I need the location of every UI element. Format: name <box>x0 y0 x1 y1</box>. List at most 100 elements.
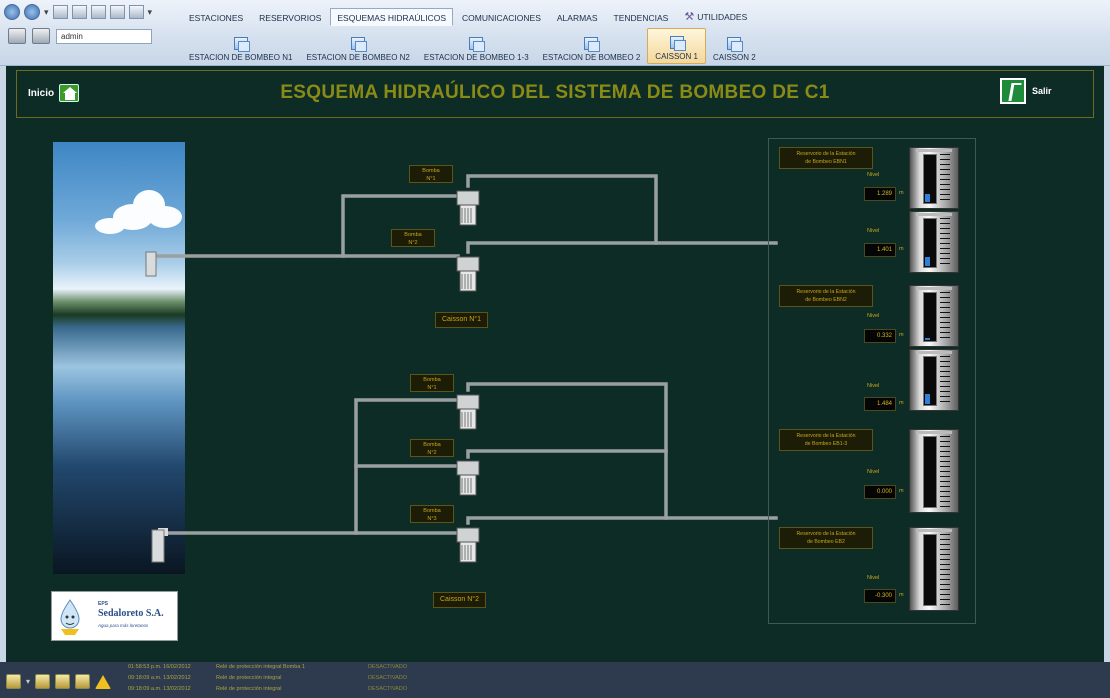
alarm-toolbar: ▾ <box>6 674 112 689</box>
pump-label: Bomba N°2 <box>391 229 435 247</box>
logo-name: Sedaloreto S.A. <box>98 608 164 619</box>
level-value: -0.300 <box>864 589 896 603</box>
subtab-label: CAISSON 1 <box>655 52 698 61</box>
window-icon <box>669 36 686 51</box>
alarm-message: Relé de protección integral <box>216 686 282 692</box>
level-label: Nivel <box>867 383 880 389</box>
level-unit: m <box>899 332 904 338</box>
pipe <box>466 449 668 459</box>
pump-icon[interactable] <box>456 190 480 226</box>
forward-icon[interactable] <box>24 4 40 20</box>
reservoir-title: Reservorio de la Estación de Bombeo EB1-3 <box>779 429 873 451</box>
tank-gauge <box>909 527 959 611</box>
level-unit: m <box>899 592 904 598</box>
level-value: 1.289 <box>864 187 896 201</box>
tab-utilidades-label: UTILIDADES <box>697 12 748 22</box>
print-icon[interactable] <box>8 28 26 44</box>
level-unit: m <box>899 488 904 494</box>
user-row: admin <box>8 28 152 44</box>
scada-window: ▾ ▾ admin ESTACIONES RESERVORIOS ESQUEMA… <box>0 0 1110 698</box>
level-value: 0.000 <box>864 485 896 499</box>
alarm-time: 01:58:53 p.m. 16/02/2012 <box>128 664 191 670</box>
alarm-message: Relé de protección integral Bomba 1 <box>216 664 305 670</box>
silence-icon[interactable] <box>75 674 91 689</box>
alarm-state: DESACTIVADO <box>368 675 408 681</box>
tab-tendencias[interactable]: TENDENCIAS <box>607 8 676 26</box>
sub-tabs: ESTACION DE BOMBEO N1 ESTACION DE BOMBEO… <box>182 28 763 64</box>
level-label: Nivel <box>867 172 880 178</box>
alarm-state: DESACTIVADO <box>368 664 408 670</box>
acknowledge-all-icon[interactable] <box>35 674 51 689</box>
back-icon[interactable] <box>4 4 20 20</box>
main-tabs: ESTACIONES RESERVORIOS ESQUEMAS HIDRAÚLI… <box>182 8 754 26</box>
subtab-caisson-2[interactable]: CAISSON 2 <box>706 28 763 64</box>
pump-icon[interactable] <box>456 256 480 292</box>
level-label: Nivel <box>867 313 880 319</box>
subtab-estacion-bombeo-1-3[interactable]: ESTACION DE BOMBEO 1-3 <box>417 28 536 64</box>
tab-utilidades[interactable]: ⚒ UTILIDADES <box>677 8 754 26</box>
quick-access-toolbar: ▾ ▾ <box>4 4 152 20</box>
level-value: 1.401 <box>864 243 896 257</box>
home-nav-icon[interactable] <box>109 5 125 19</box>
user-field[interactable]: admin <box>56 28 152 44</box>
alarm-time: 09:18:09 a.m. 13/02/2012 <box>128 686 191 692</box>
tank-gauge <box>909 429 959 513</box>
grid-icon[interactable] <box>52 5 68 19</box>
tab-alarmas[interactable]: ALARMAS <box>550 8 605 26</box>
tab-comunicaciones[interactable]: COMUNICACIONES <box>455 8 548 26</box>
alarm-row[interactable]: 09:18:09 a.m. 13/02/2012 Relé de protecc… <box>128 684 568 695</box>
window-icon <box>351 37 368 52</box>
tab-reservorios[interactable]: RESERVORIOS <box>252 8 328 26</box>
window-icon <box>233 37 250 52</box>
tank-gauge <box>909 285 959 347</box>
tank-gauge <box>909 349 959 411</box>
tools-icon[interactable] <box>32 28 50 44</box>
pipe <box>341 194 460 258</box>
sedaloreto-logo: EPS Sedaloreto S.A. Agua para más loreta… <box>51 591 178 641</box>
alarm-row[interactable]: 09:18:09 a.m. 13/02/2012 Relé de protecc… <box>128 673 568 684</box>
acknowledge-icon[interactable] <box>6 674 21 689</box>
alarm-list: 01:58:53 p.m. 16/02/2012 Relé de protecc… <box>128 662 568 695</box>
arrow-right-icon[interactable] <box>90 5 106 19</box>
arrow-left-icon[interactable] <box>71 5 87 19</box>
pump-icon[interactable] <box>456 394 480 430</box>
reservoir-title: Reservorio de la Estación de Bombeo EBN2 <box>779 285 873 307</box>
level-label: Nivel <box>867 228 880 234</box>
subtab-label: ESTACION DE BOMBEO N2 <box>306 53 410 62</box>
ribbon: ▾ ▾ admin ESTACIONES RESERVORIOS ESQUEMA… <box>0 0 1110 66</box>
subtab-caisson-1[interactable]: CAISSON 1 <box>647 28 706 64</box>
customize-icon[interactable]: ▾ <box>148 7 153 18</box>
subtab-label: ESTACION DE BOMBEO 1-3 <box>423 53 529 62</box>
subtab-estacion-bombeo-2[interactable]: ESTACION DE BOMBEO 2 <box>536 28 648 64</box>
wrench-icon: ⚒ <box>684 11 695 23</box>
window-icon[interactable] <box>128 5 144 19</box>
level-label: Nivel <box>867 575 880 581</box>
subtab-estacion-bombeo-n2[interactable]: ESTACION DE BOMBEO N2 <box>299 28 416 64</box>
pump-icon[interactable] <box>456 460 480 496</box>
dropdown-icon[interactable]: ▾ <box>44 7 49 18</box>
pump-icon[interactable] <box>456 527 480 563</box>
tab-estaciones[interactable]: ESTACIONES <box>182 8 250 26</box>
intake-pipe-c2 <box>151 529 165 563</box>
filter-icon[interactable] <box>55 674 71 689</box>
pump-label: Bomba N°2 <box>410 439 454 457</box>
level-unit: m <box>899 400 904 406</box>
alarm-state: DESACTIVADO <box>368 686 408 692</box>
dropdown-icon[interactable]: ▾ <box>26 677 30 686</box>
pump-label: Bomba N°3 <box>410 505 454 523</box>
pump-label: Bomba N°1 <box>409 165 453 183</box>
caisson-label: Caisson N°1 <box>435 312 488 328</box>
subtab-estacion-bombeo-n1[interactable]: ESTACION DE BOMBEO N1 <box>182 28 299 64</box>
tank-gauge <box>909 147 959 209</box>
tab-esquemas-hidraulicos[interactable]: ESQUEMAS HIDRAÚLICOS <box>330 8 454 26</box>
window-icon <box>727 37 744 52</box>
window-icon <box>469 37 486 52</box>
alarm-bar: ▾ 01:58:53 p.m. 16/02/2012 Relé de prote… <box>0 662 1110 698</box>
window-icon <box>584 37 601 52</box>
pipe <box>466 174 778 245</box>
pipe <box>466 241 658 254</box>
warning-icon[interactable] <box>95 674 112 689</box>
alarm-row[interactable]: 01:58:53 p.m. 16/02/2012 Relé de protecc… <box>128 662 568 673</box>
level-value: 0.332 <box>864 329 896 343</box>
pump-label: Bomba N°1 <box>410 374 454 392</box>
